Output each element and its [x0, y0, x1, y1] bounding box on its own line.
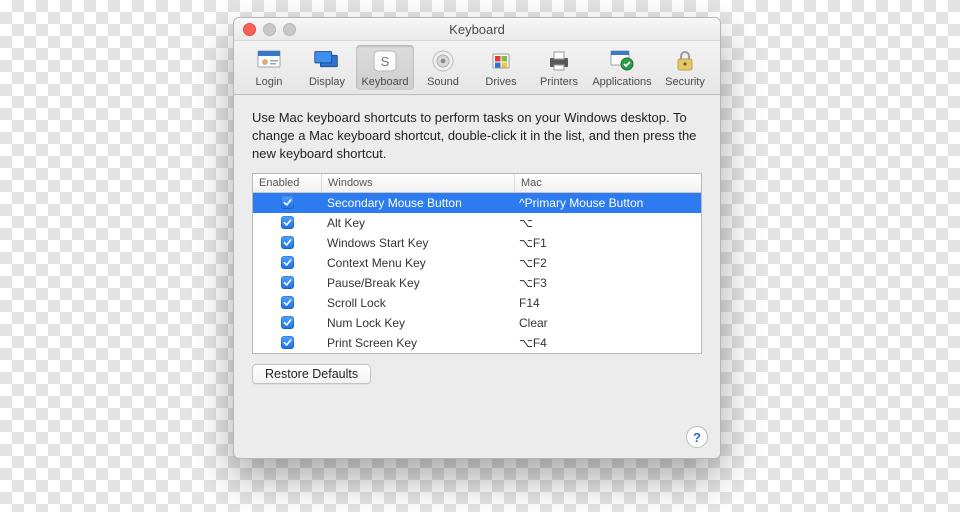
table-row[interactable]: Print Screen Key⌥F4: [253, 333, 701, 353]
cell-enabled: [253, 256, 321, 269]
keyboard-icon: S: [370, 47, 400, 75]
enabled-checkbox[interactable]: [281, 196, 294, 209]
restore-row: Restore Defaults: [252, 364, 702, 384]
preferences-window: Keyboard Login: [233, 17, 721, 459]
cell-mac: ⌥F1: [513, 236, 701, 250]
toolbar-label: Login: [256, 76, 283, 88]
enabled-checkbox[interactable]: [281, 236, 294, 249]
toolbar-label: Applications: [592, 76, 651, 88]
cell-enabled: [253, 296, 321, 309]
toolbar-label: Security: [665, 76, 705, 88]
toolbar-label: Sound: [427, 76, 459, 88]
toolbar-label: Keyboard: [361, 76, 408, 88]
cell-enabled: [253, 336, 321, 349]
cell-mac: ⌥F2: [513, 256, 701, 270]
toolbar-label: Display: [309, 76, 345, 88]
toolbar-item-login[interactable]: Login: [240, 45, 298, 90]
security-icon: [670, 47, 700, 75]
table-row[interactable]: Secondary Mouse Button^Primary Mouse But…: [253, 193, 701, 213]
table-body: Secondary Mouse Button^Primary Mouse But…: [253, 193, 701, 353]
login-icon: [254, 47, 284, 75]
cell-enabled: [253, 216, 321, 229]
table-row[interactable]: Scroll LockF14: [253, 293, 701, 313]
cell-windows: Num Lock Key: [321, 316, 513, 330]
cell-enabled: [253, 236, 321, 249]
svg-text:S: S: [381, 54, 390, 69]
toolbar-item-security[interactable]: Security: [656, 45, 714, 90]
cell-mac: ⌥F4: [513, 336, 701, 350]
cell-mac: ^Primary Mouse Button: [513, 196, 701, 210]
cell-windows: Context Menu Key: [321, 256, 513, 270]
toolbar: Login Display S Keyboard: [234, 41, 720, 95]
col-header-enabled[interactable]: Enabled: [253, 174, 322, 192]
toolbar-item-keyboard[interactable]: S Keyboard: [356, 45, 414, 90]
cell-windows: Windows Start Key: [321, 236, 513, 250]
content-area: Use Mac keyboard shortcuts to perform ta…: [234, 95, 720, 458]
toolbar-item-printers[interactable]: Printers: [530, 45, 588, 90]
toolbar-label: Drives: [485, 76, 516, 88]
cell-windows: Alt Key: [321, 216, 513, 230]
col-header-windows[interactable]: Windows: [322, 174, 515, 192]
toolbar-label: Printers: [540, 76, 578, 88]
enabled-checkbox[interactable]: [281, 316, 294, 329]
table-row[interactable]: Num Lock KeyClear: [253, 313, 701, 333]
toolbar-item-drives[interactable]: Drives: [472, 45, 530, 90]
window-title: Keyboard: [234, 22, 720, 37]
cell-windows: Pause/Break Key: [321, 276, 513, 290]
enabled-checkbox[interactable]: [281, 216, 294, 229]
table-row[interactable]: Pause/Break Key⌥F3: [253, 273, 701, 293]
cell-windows: Scroll Lock: [321, 296, 513, 310]
shortcuts-table[interactable]: Enabled Windows Mac Secondary Mouse Butt…: [252, 173, 702, 354]
cell-mac: ⌥F3: [513, 276, 701, 290]
applications-icon: [607, 47, 637, 75]
display-icon: [312, 47, 342, 75]
cell-enabled: [253, 316, 321, 329]
drives-icon: [486, 47, 516, 75]
cell-enabled: [253, 276, 321, 289]
intro-text: Use Mac keyboard shortcuts to perform ta…: [252, 109, 702, 163]
printers-icon: [544, 47, 574, 75]
toolbar-item-display[interactable]: Display: [298, 45, 356, 90]
toolbar-item-sound[interactable]: Sound: [414, 45, 472, 90]
enabled-checkbox[interactable]: [281, 256, 294, 269]
table-row[interactable]: Windows Start Key⌥F1: [253, 233, 701, 253]
sound-icon: [428, 47, 458, 75]
table-row[interactable]: Alt Key⌥: [253, 213, 701, 233]
toolbar-item-applications[interactable]: Applications: [588, 45, 656, 90]
cell-mac: ⌥: [513, 216, 701, 230]
enabled-checkbox[interactable]: [281, 336, 294, 349]
restore-defaults-button[interactable]: Restore Defaults: [252, 364, 371, 384]
cell-windows: Secondary Mouse Button: [321, 196, 513, 210]
table-header: Enabled Windows Mac: [253, 174, 701, 193]
cell-mac: Clear: [513, 316, 701, 330]
cell-mac: F14: [513, 296, 701, 310]
enabled-checkbox[interactable]: [281, 296, 294, 309]
col-header-mac[interactable]: Mac: [515, 174, 701, 192]
help-button[interactable]: ?: [686, 426, 708, 448]
table-row[interactable]: Context Menu Key⌥F2: [253, 253, 701, 273]
titlebar: Keyboard: [234, 18, 720, 41]
cell-windows: Print Screen Key: [321, 336, 513, 350]
cell-enabled: [253, 196, 321, 209]
enabled-checkbox[interactable]: [281, 276, 294, 289]
